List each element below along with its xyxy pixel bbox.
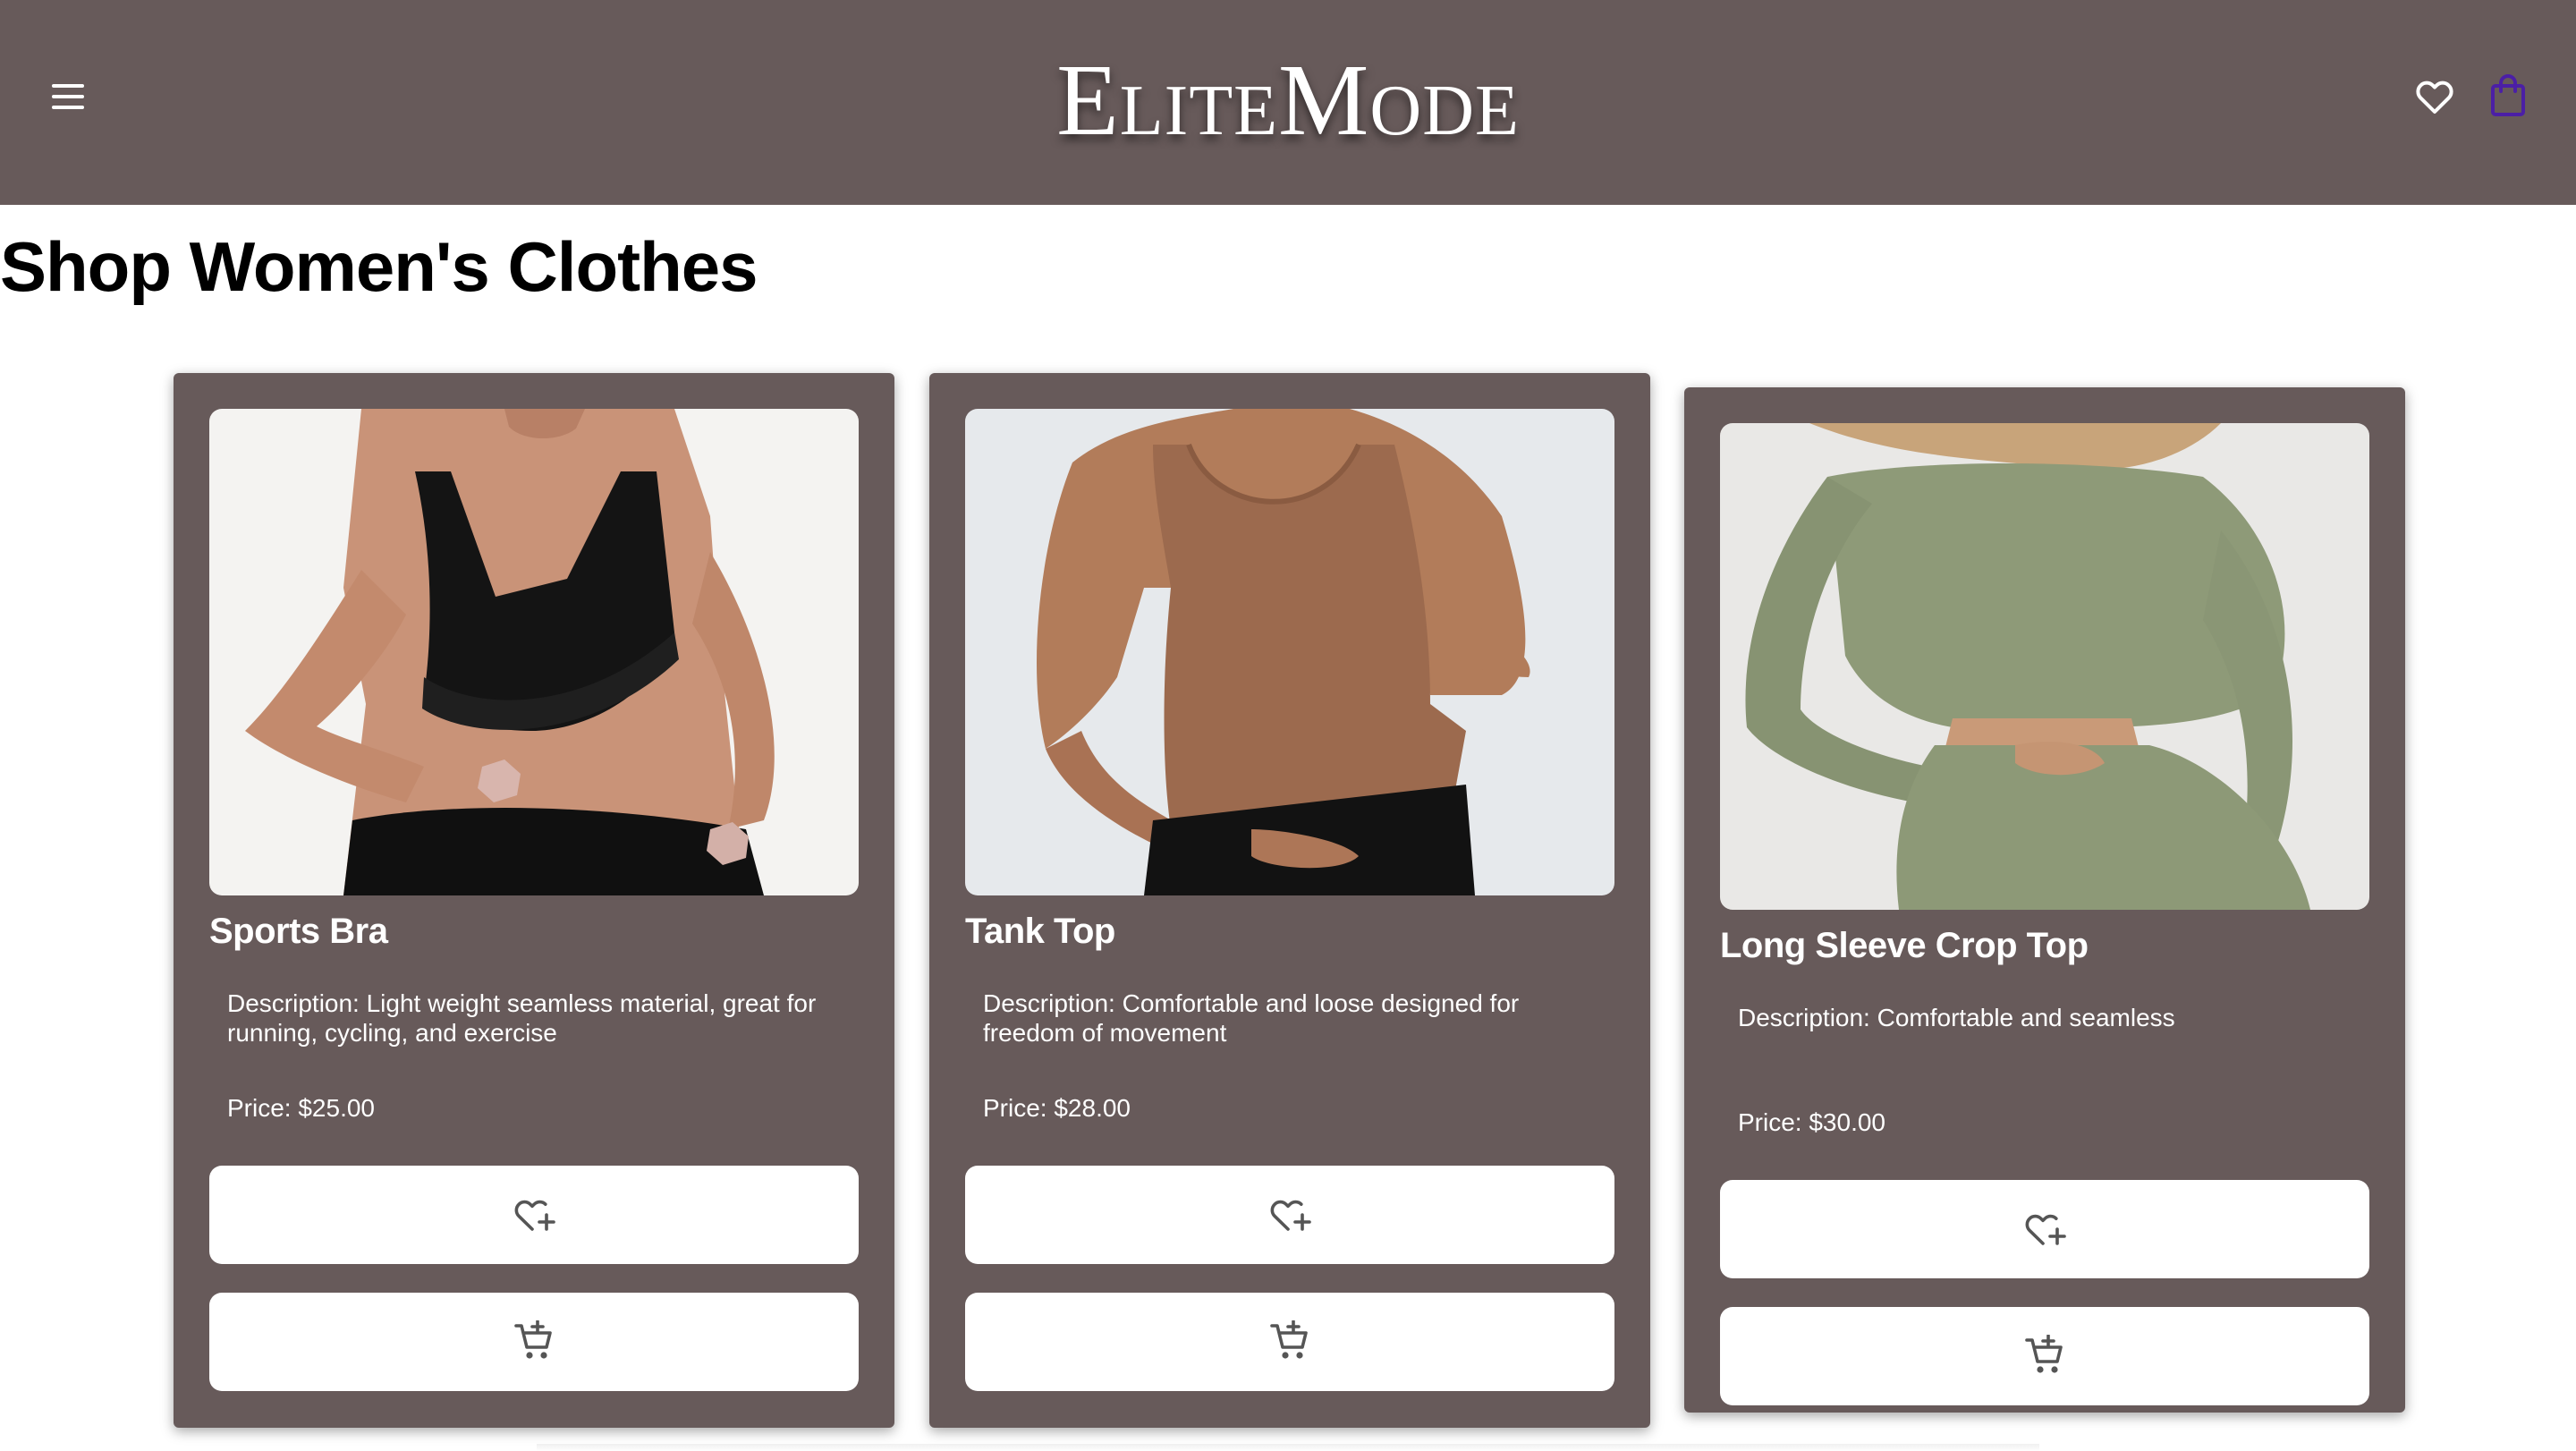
product-price: Price: $25.00 [227,1094,375,1122]
cart-plus-icon [2025,1335,2063,1373]
product-name: Sports Bra [209,912,388,951]
product-image[interactable] [1720,423,2369,910]
product-price: Price: $30.00 [1738,1108,1885,1136]
page-title: Shop Women's Clothes [0,227,758,306]
cart-plus-icon [514,1320,552,1359]
heart-plus-icon [2025,1214,2066,1245]
shopping-bag-button[interactable] [2488,73,2528,118]
product-name: Long Sleeve Crop Top [1720,926,2089,965]
product-card: Tank Top Description: Comfortable and lo… [929,373,1650,1428]
site-logo[interactable]: EliteMode [0,47,2576,154]
product-description: Description: Comfortable and loose desig… [983,989,1520,1047]
cart-plus-icon [1270,1320,1308,1359]
add-to-cart-button[interactable] [965,1293,1614,1391]
wishlist-button[interactable] [2413,75,2456,118]
sports-bra-photo [209,409,859,895]
shopping-bag-icon [2491,73,2525,116]
product-image[interactable] [965,409,1614,895]
product-description: Description: Comfortable and seamless [1738,1004,2175,1031]
add-to-wishlist-button[interactable] [965,1166,1614,1264]
product-card: Sports Bra Description: Light weight sea… [174,373,894,1428]
footer-edge [537,1444,2039,1451]
crop-top-photo [1720,423,2369,910]
site-header: EliteMode [0,0,2576,205]
product-card: Long Sleeve Crop Top Description: Comfor… [1684,387,2405,1413]
product-name: Tank Top [965,912,1115,951]
add-to-wishlist-button[interactable] [1720,1180,2369,1278]
add-to-cart-button[interactable] [209,1293,859,1391]
tank-top-photo [965,409,1614,895]
product-description: Description: Light weight seamless mater… [227,989,817,1047]
add-to-cart-button[interactable] [1720,1307,2369,1405]
heart-plus-icon [1270,1200,1311,1231]
add-to-wishlist-button[interactable] [209,1166,859,1264]
product-image[interactable] [209,409,859,895]
product-price: Price: $28.00 [983,1094,1131,1122]
heart-plus-icon [514,1200,555,1231]
heart-outline-icon [2416,81,2453,114]
